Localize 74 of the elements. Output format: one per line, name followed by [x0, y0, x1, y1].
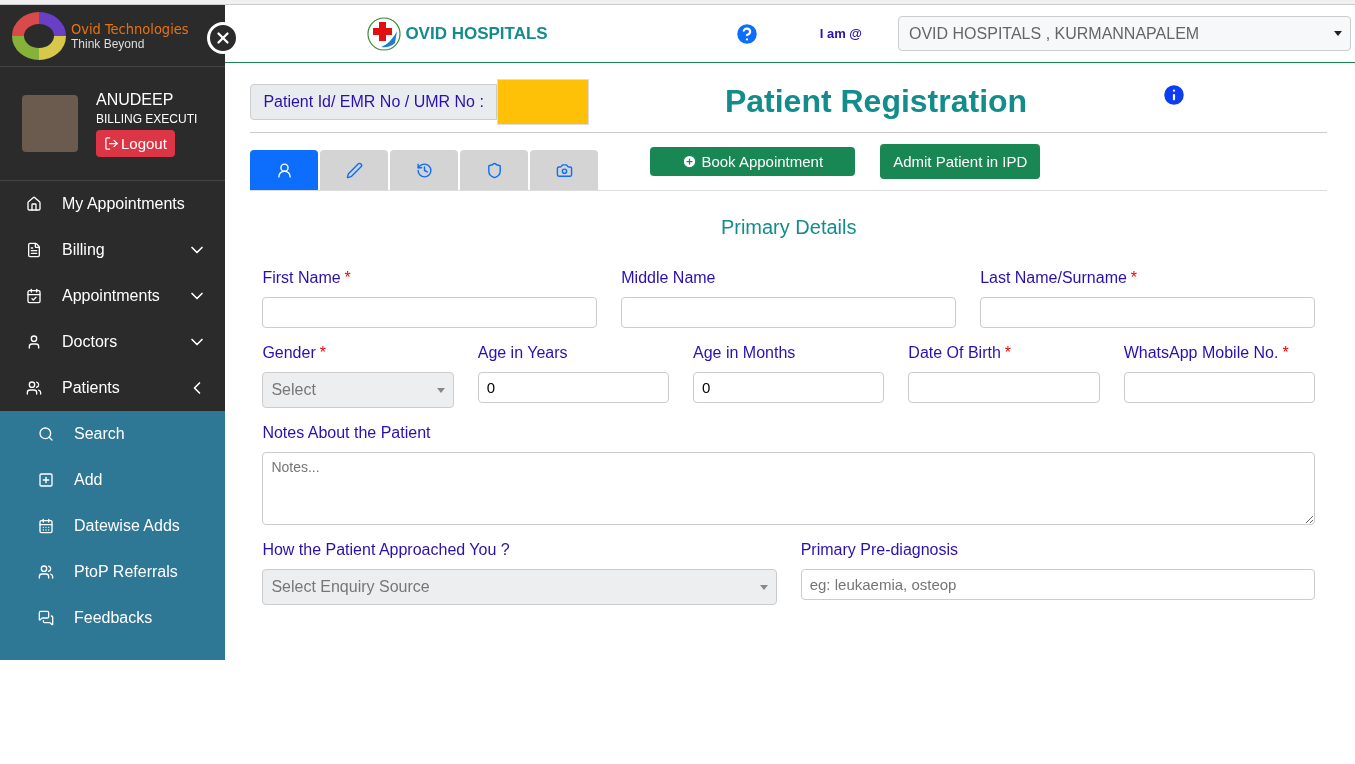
nav-item[interactable]: Appointments [0, 273, 226, 319]
field-label: Age in Months [693, 344, 797, 362]
input-field[interactable] [621, 297, 957, 328]
submenu-icon [38, 564, 54, 580]
input-field[interactable]: 0 [477, 372, 670, 403]
field-label: First Name * [262, 269, 352, 287]
input-field[interactable] [262, 297, 598, 328]
field-label: WhatsApp Mobile No. * [1123, 344, 1290, 362]
submenu-item[interactable]: Search [0, 411, 226, 457]
input-field[interactable]: eg: leukaemia, osteop [800, 569, 1315, 600]
icon-tab[interactable] [530, 150, 599, 190]
page-title: Patient Registration [724, 83, 1028, 120]
history-icon [415, 161, 433, 179]
action-button[interactable]: Book Appointment [650, 147, 856, 176]
input-field[interactable] [980, 297, 1315, 328]
input-field[interactable] [908, 372, 1100, 403]
submenu-item[interactable]: Feedbacks [0, 595, 226, 641]
brand-name: Ovid Technologies [71, 20, 189, 37]
hospital-name: OVID HOSPITALS [405, 23, 548, 44]
submenu-icon [38, 518, 54, 534]
submenu-icon [38, 610, 54, 626]
person-icon [275, 161, 293, 179]
nav-item[interactable]: My Appointments [0, 181, 226, 227]
nav-item[interactable]: Patients [0, 365, 226, 411]
nav-icon [26, 196, 42, 212]
nav-icon [26, 288, 42, 304]
camera-icon [555, 161, 573, 179]
plus-icon [682, 154, 698, 169]
action-button[interactable]: Admit Patient in IPD [880, 144, 1041, 179]
section-title: Primary Details [719, 216, 858, 239]
nav-icon [26, 334, 42, 350]
caret-icon [1334, 31, 1342, 36]
icon-tab[interactable] [390, 150, 459, 190]
patient-id-field[interactable] [496, 78, 589, 125]
patient-id-label: Patient Id/ EMR No / UMR No : [250, 83, 497, 120]
submenu-item[interactable]: PtoP Referrals [0, 549, 226, 595]
field-label: Notes About the Patient [262, 424, 432, 442]
avatar-placeholder [22, 95, 78, 152]
icon-tab[interactable] [250, 150, 319, 190]
select-dropdown[interactable]: Select Enquiry Source [262, 569, 777, 605]
field-label: Gender * [262, 344, 327, 362]
field-label: Date Of Birth * [908, 344, 1013, 362]
logout-button[interactable]: Logout [96, 129, 175, 157]
shield-icon [485, 161, 503, 179]
icon-tab[interactable] [460, 150, 529, 190]
hospital-cross-logo-icon [367, 16, 402, 51]
submenu-item[interactable]: Datewise Adds [0, 503, 226, 549]
user-name: ANUDEEP [96, 90, 175, 109]
notes-field[interactable]: Notes... [262, 452, 1315, 525]
caret-icon [436, 387, 445, 393]
submenu-item[interactable]: Add [0, 457, 226, 503]
field-label: Age in Years [477, 344, 569, 362]
field-label: How the Patient Approached You ? [262, 541, 511, 559]
user-role: BILLING EXECUTI [96, 111, 198, 126]
nav-item[interactable]: Billing [0, 227, 226, 273]
field-label: Primary Pre-diagnosis [800, 541, 960, 559]
brand-tagline: Think Beyond [71, 36, 145, 51]
input-field[interactable]: 0 [693, 372, 885, 403]
caret-icon [759, 584, 768, 590]
input-field[interactable] [1123, 372, 1315, 403]
logout-icon [104, 135, 119, 151]
ring-logo-icon [12, 11, 66, 60]
location-select[interactable]: OVID HOSPITALS , KURMANNAPALEM [898, 16, 1351, 51]
nav-icon [26, 242, 42, 258]
submenu-icon [38, 472, 54, 488]
location-label: I am @ [819, 26, 862, 41]
icon-tab[interactable] [320, 150, 389, 190]
field-label: Middle Name [621, 269, 717, 287]
nav-icon [26, 380, 42, 396]
pen-icon [345, 161, 363, 179]
field-label: Last Name/Surname * [980, 269, 1139, 287]
nav-item[interactable]: Doctors [0, 319, 226, 365]
select-dropdown[interactable]: Select [262, 372, 454, 408]
submenu-icon [38, 426, 54, 442]
